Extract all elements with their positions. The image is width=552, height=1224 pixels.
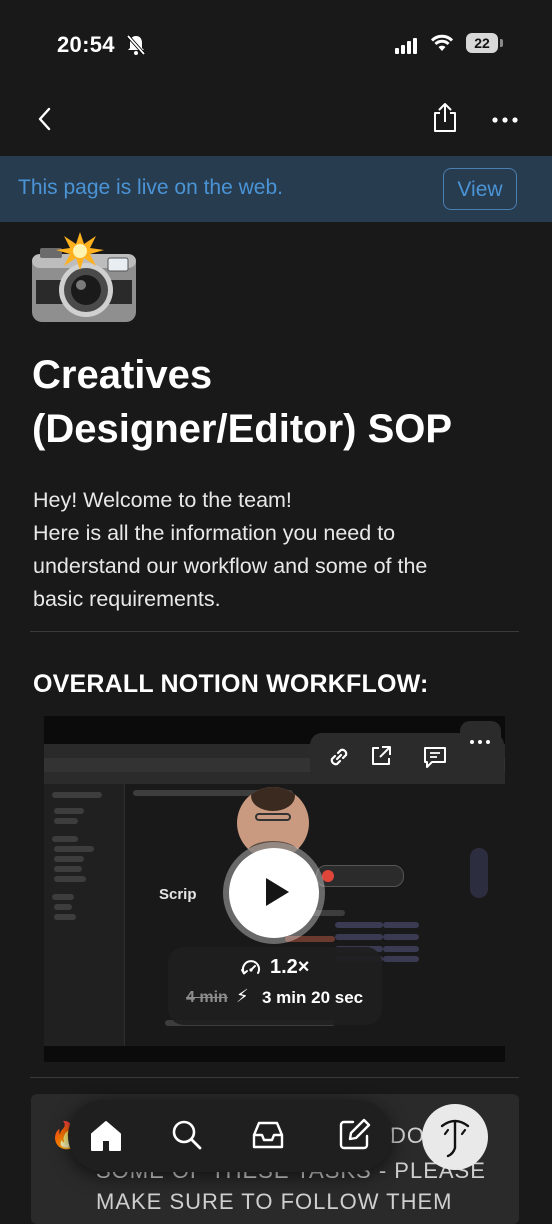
video-more-button[interactable]: [460, 721, 501, 762]
inbox-icon[interactable]: [251, 1119, 285, 1151]
back-icon[interactable]: [32, 106, 58, 132]
callout-text: DO: [390, 1123, 425, 1148]
assistant-face-icon: [440, 1119, 470, 1158]
battery-icon: 22: [466, 33, 503, 53]
home-icon[interactable]: [89, 1119, 123, 1153]
page-title-line-1: Creatives: [32, 353, 213, 397]
play-icon: [266, 878, 289, 906]
section-heading: OVERALL NOTION WORKFLOW:: [33, 670, 429, 698]
lightning-icon: ⚡: [236, 986, 249, 1006]
new-duration: 3 min 20 sec: [262, 988, 364, 1007]
status-time: 20:54: [57, 32, 115, 57]
link-icon[interactable]: [326, 744, 352, 770]
video-page-title: Scrip: [159, 886, 197, 903]
divider: [30, 631, 519, 632]
more-icon[interactable]: [490, 112, 520, 128]
search-icon[interactable]: [171, 1119, 203, 1151]
signal-icon: [395, 36, 419, 54]
bell-off-icon: [126, 34, 146, 56]
intro-line: basic requirements.: [33, 587, 221, 611]
video-recorder-bar: [316, 865, 404, 887]
ai-assistant-button[interactable]: [422, 1104, 488, 1170]
share-icon[interactable]: [430, 102, 460, 134]
intro-line: Hey! Welcome to the team!: [33, 488, 292, 512]
intro-paragraph: Hey! Welcome to the team! Here is all th…: [33, 484, 513, 616]
comment-icon[interactable]: [422, 745, 448, 769]
speed-value: 1.2×: [270, 956, 310, 978]
callout-text: MAKE SURE TO FOLLOW THEM: [96, 1189, 453, 1214]
video-recorder-controls: [470, 848, 488, 898]
intro-line: Here is all the information you need to: [33, 521, 396, 545]
page-title: Creatives (Designer/Editor) SOP: [32, 348, 532, 456]
wifi-icon: [430, 34, 454, 51]
video-notion-sidebar: [44, 784, 125, 1046]
compose-icon[interactable]: [338, 1117, 372, 1151]
open-external-icon[interactable]: [369, 744, 393, 768]
live-banner-text: This page is live on the web.: [18, 176, 283, 199]
battery-level: 22: [466, 33, 498, 53]
intro-line: understand our workflow and some of the: [33, 554, 428, 578]
camera-flash-icon: [32, 232, 136, 322]
speed-icon: [241, 960, 260, 975]
view-button[interactable]: View: [443, 168, 517, 210]
original-duration: 4 min: [186, 989, 228, 1006]
page-title-line-2: (Designer/Editor) SOP: [32, 407, 453, 451]
divider: [30, 1077, 519, 1078]
